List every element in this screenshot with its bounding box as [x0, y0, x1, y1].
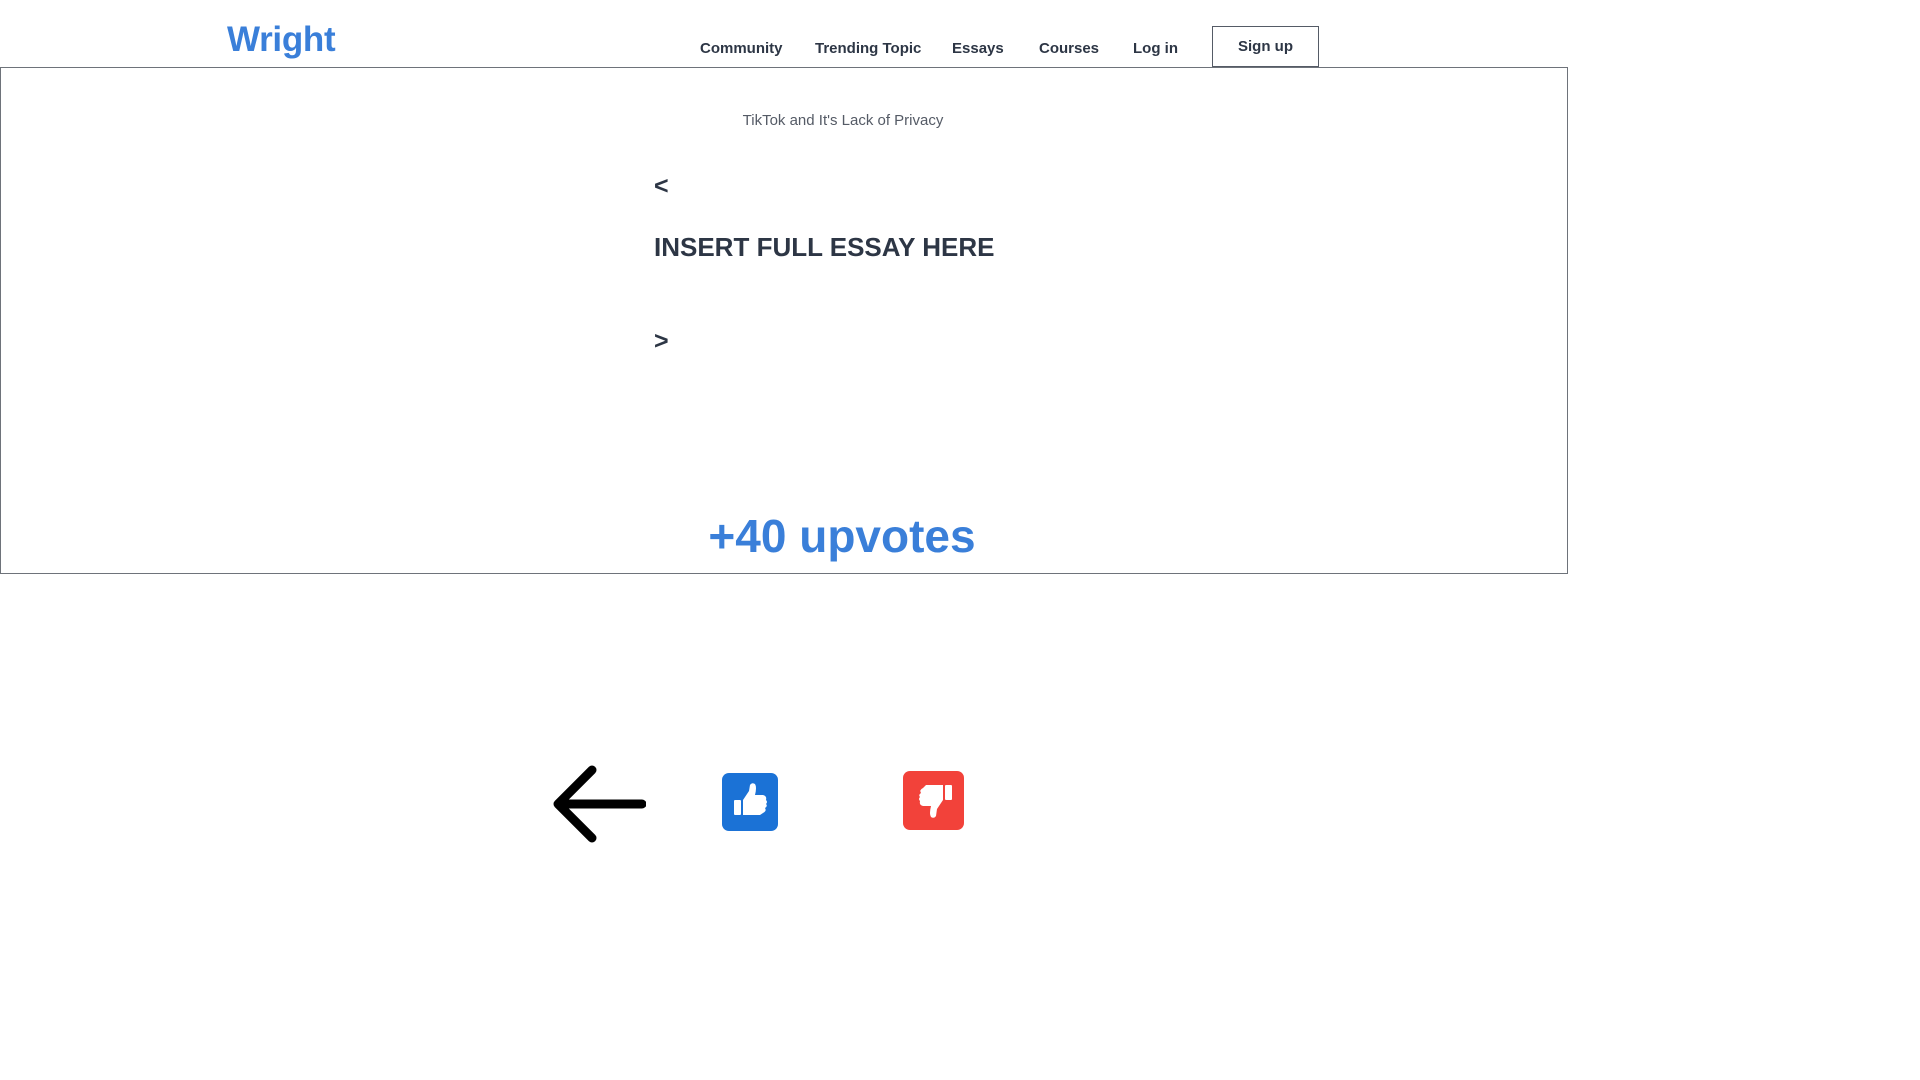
nav-courses[interactable]: Courses: [1039, 41, 1099, 57]
upvote-button[interactable]: [722, 773, 778, 831]
essay-panel: TikTok and It's Lack of Privacy < INSERT…: [0, 67, 1568, 574]
back-button[interactable]: [550, 762, 647, 846]
arrow-left-icon: [553, 765, 647, 843]
thumbs-up-icon: [734, 783, 767, 815]
sign-up-button[interactable]: Sign up: [1212, 26, 1319, 67]
brand-logo[interactable]: Wright: [227, 22, 336, 57]
essay-body: INSERT FULL ESSAY HERE: [654, 232, 995, 262]
nav-trending-topic[interactable]: Trending Topic: [815, 41, 921, 57]
nav-essays[interactable]: Essays: [952, 41, 1004, 57]
previous-page-button[interactable]: <: [654, 174, 669, 199]
nav-community[interactable]: Community: [700, 41, 783, 57]
downvote-button[interactable]: [903, 771, 964, 830]
thumbs-down-icon: [919, 785, 952, 818]
nav-log-in[interactable]: Log in: [1133, 41, 1178, 57]
essay-title: TikTok and It's Lack of Privacy: [742, 112, 944, 129]
upvote-count: +40 upvotes: [708, 510, 976, 562]
next-page-button[interactable]: >: [654, 329, 669, 354]
